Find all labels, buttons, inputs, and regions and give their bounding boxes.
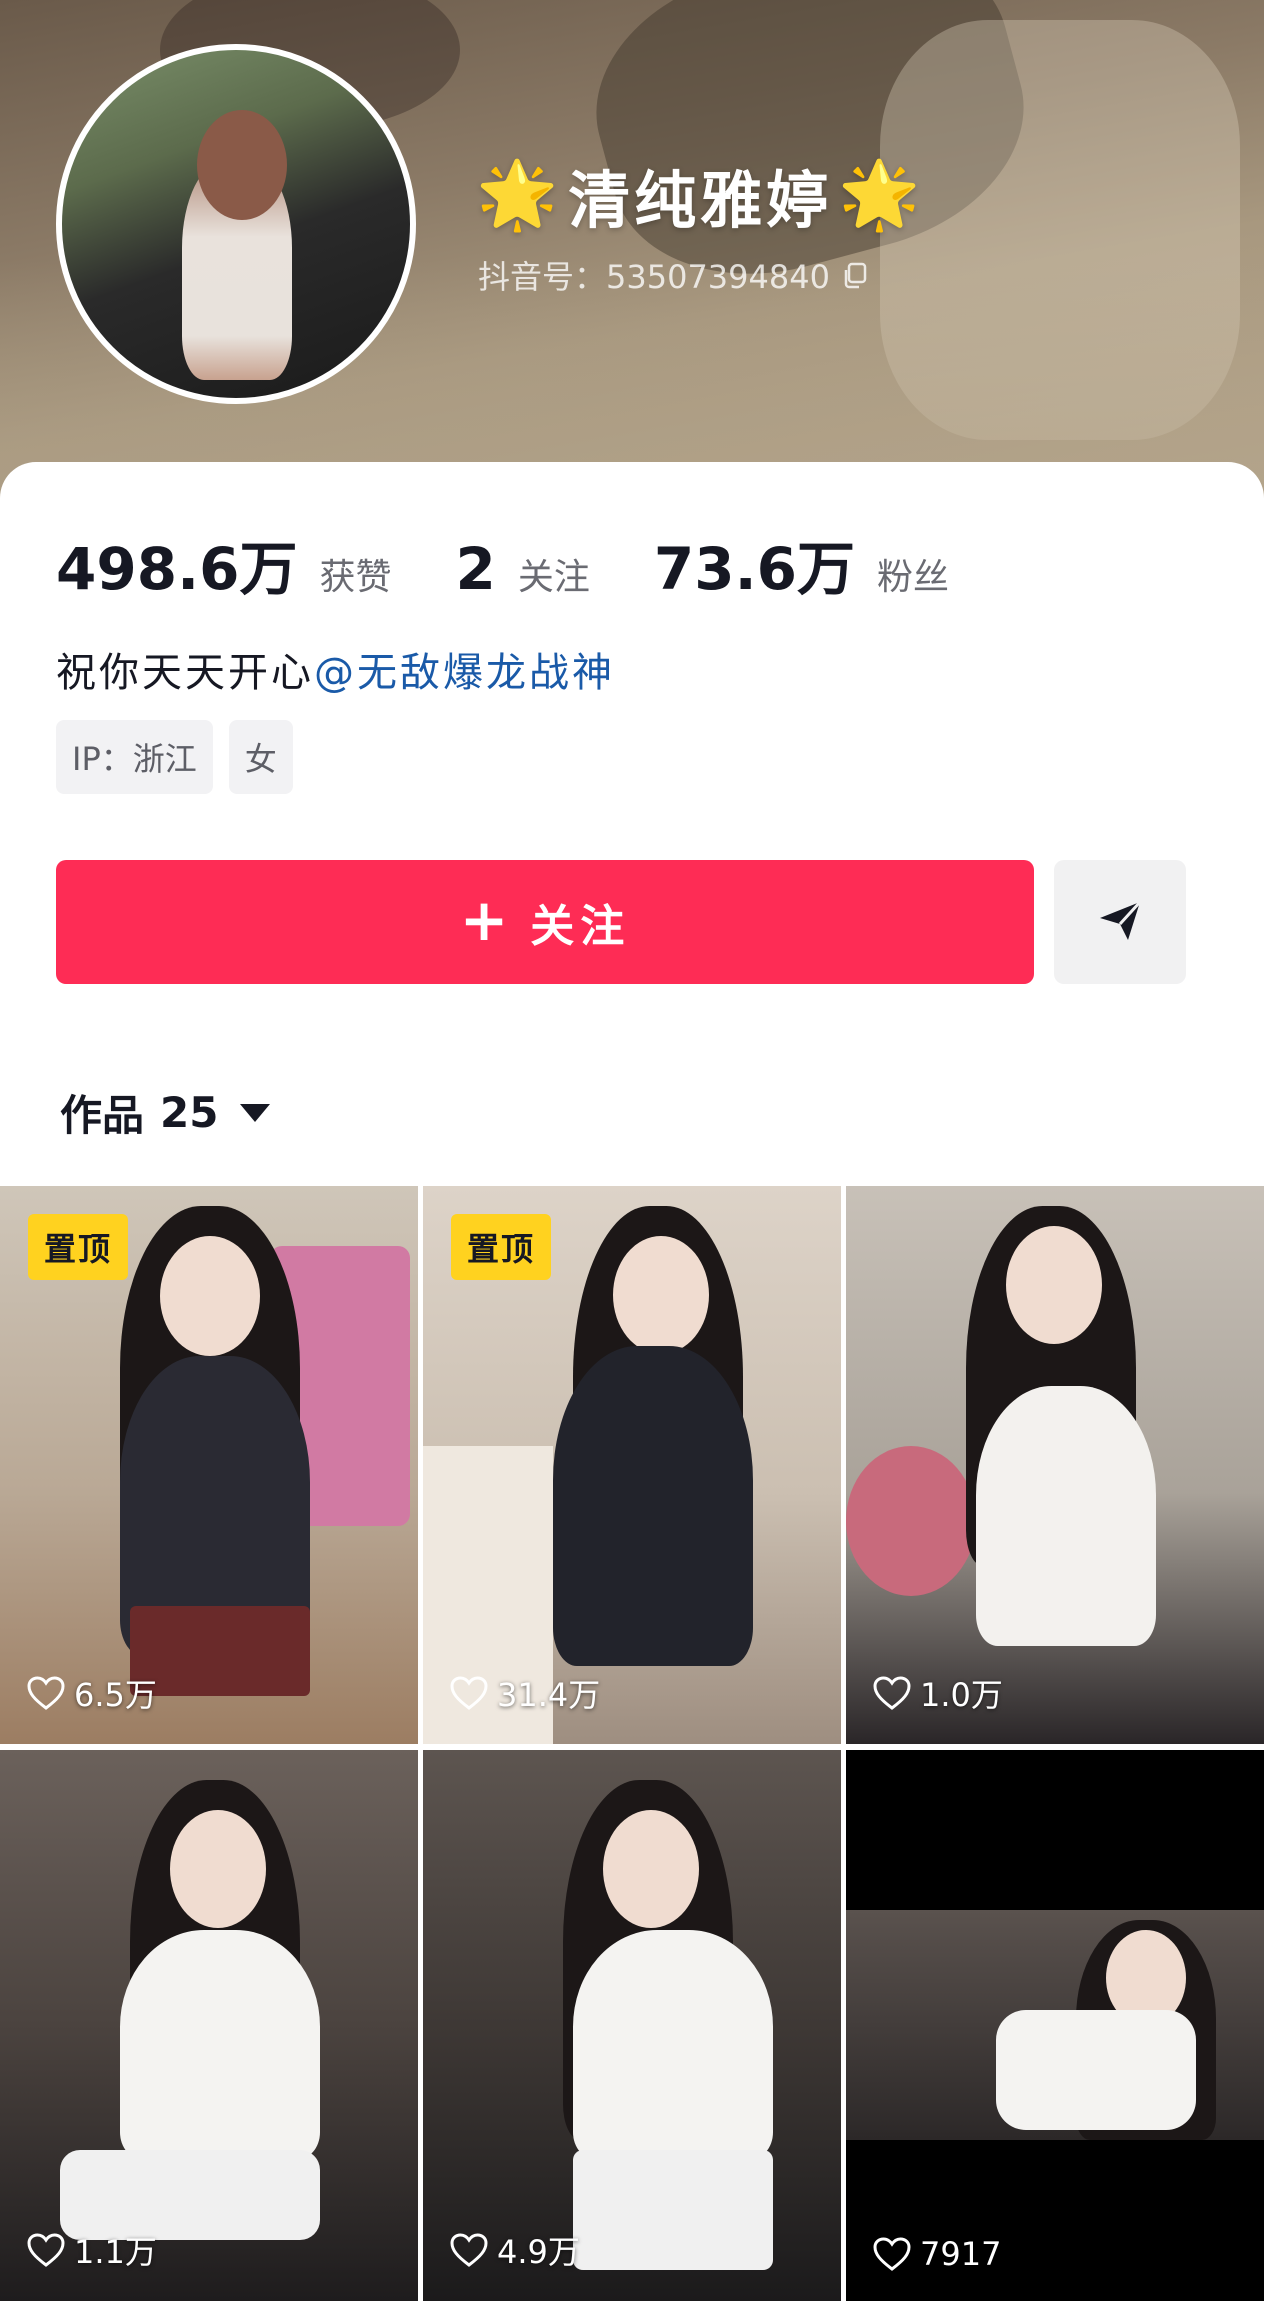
heart-icon: [450, 1676, 488, 1710]
video-likes-count: 31.4万: [497, 1676, 601, 1714]
works-tab-label: 作品: [60, 1091, 145, 1140]
tag-ip-location: IP：浙江: [56, 720, 213, 794]
video-likes: 31.4万: [449, 1670, 600, 1716]
tag-gender: 女: [228, 720, 293, 794]
following-label: 关注: [517, 557, 590, 598]
likes-count[interactable]: 498.6万: [56, 522, 297, 606]
avatar[interactable]: [56, 44, 416, 404]
video-thumbnail[interactable]: 置顶 31.4万: [423, 1186, 841, 1744]
profile-name-text: 清纯雅婷: [568, 164, 833, 237]
star-emoji-left: 🌟: [476, 156, 563, 233]
copy-icon[interactable]: [840, 260, 870, 290]
video-thumbnail[interactable]: 置顶 6.5万: [0, 1186, 418, 1744]
video-thumbnail[interactable]: 4.9万: [423, 1750, 841, 2301]
video-thumbnail[interactable]: 1.1万: [0, 1750, 418, 2301]
follow-button[interactable]: + 关注: [56, 860, 1034, 984]
star-emoji-right: 🌟: [838, 156, 925, 233]
video-likes-count: 7917: [920, 2235, 1002, 2273]
bio-text: 祝你天天开心: [56, 650, 314, 696]
video-likes-count: 1.0万: [920, 1676, 1003, 1714]
heart-icon: [873, 1676, 911, 1710]
send-message-button[interactable]: [1054, 860, 1186, 984]
heart-icon: [873, 2237, 911, 2271]
followers-count[interactable]: 73.6万: [654, 522, 855, 606]
video-likes-count: 6.5万: [74, 1676, 157, 1714]
video-thumbnail[interactable]: 1.0万: [846, 1186, 1264, 1744]
heart-icon: [27, 1676, 65, 1710]
profile-name: 🌟 清纯雅婷 🌟: [476, 150, 924, 240]
plus-icon: +: [459, 886, 515, 954]
bio: 祝你天天开心@无敌爆龙战神: [56, 640, 615, 698]
video-likes: 7917: [872, 2235, 1001, 2273]
video-thumbnail[interactable]: 7917: [846, 1750, 1264, 2301]
video-likes: 1.0万: [872, 1670, 1003, 1716]
heart-icon: [450, 2233, 488, 2267]
pinned-badge: 置顶: [28, 1214, 129, 1280]
caret-down-icon: [240, 1103, 271, 1122]
video-likes-count: 1.1万: [74, 2233, 157, 2271]
bio-mention-link[interactable]: @无敌爆龙战神: [314, 650, 615, 696]
video-likes: 4.9万: [449, 2227, 580, 2273]
video-likes: 6.5万: [26, 1670, 157, 1716]
douyin-id-text: 抖音号：53507394840: [478, 258, 830, 296]
video-likes-count: 4.9万: [497, 2233, 580, 2271]
stats-row: 498.6万 获赞 2 关注 73.6万 粉丝: [56, 522, 1013, 606]
following-count[interactable]: 2: [455, 535, 495, 603]
likes-label: 获赞: [319, 557, 392, 598]
follow-button-label: 关注: [530, 901, 631, 952]
send-icon: [1092, 892, 1148, 952]
profile-card: 498.6万 获赞 2 关注 73.6万 粉丝 祝你天天开心@无敌爆龙战神 IP…: [0, 462, 1264, 1192]
followers-label: 粉丝: [876, 557, 949, 598]
video-likes: 1.1万: [26, 2227, 157, 2273]
profile-tags: IP：浙江 女: [56, 720, 293, 794]
pinned-badge: 置顶: [451, 1214, 552, 1280]
heart-icon: [27, 2233, 65, 2267]
works-tab-count: 25: [160, 1088, 219, 1137]
douyin-id[interactable]: 抖音号：53507394840: [478, 252, 870, 298]
works-tab[interactable]: 作品 25: [60, 1082, 271, 1143]
